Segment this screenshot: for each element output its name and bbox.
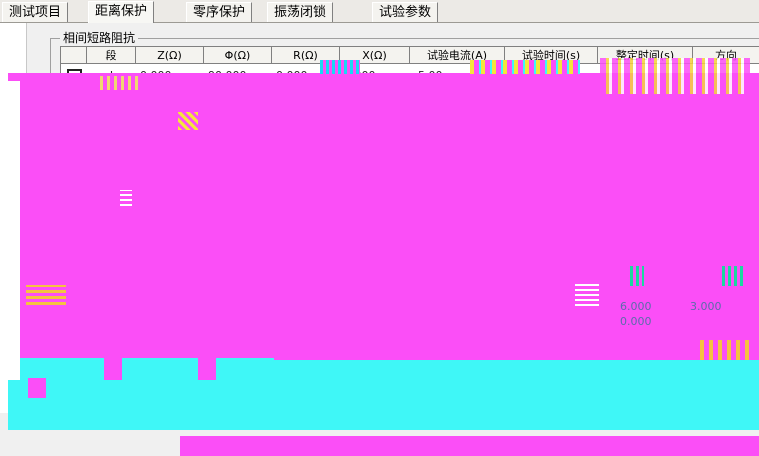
noise-speck bbox=[470, 60, 580, 74]
noise-speck bbox=[178, 112, 198, 130]
corruption-tab-cyan bbox=[272, 360, 759, 382]
corruption-tab-cyan bbox=[216, 358, 274, 382]
corruption-band-bottom bbox=[180, 436, 759, 456]
tab-swing-block[interactable]: 振荡闭锁 bbox=[267, 2, 334, 22]
fragment-time-a: 6.000 bbox=[620, 300, 652, 313]
group-title: 相间短路阻抗 bbox=[60, 29, 139, 46]
tab-test-items[interactable]: 测试项目 bbox=[2, 2, 69, 22]
corruption-speck bbox=[28, 378, 46, 398]
table-header-phi[interactable]: Φ(Ω) bbox=[204, 47, 272, 64]
table-header-check bbox=[61, 47, 87, 64]
tab-test-params[interactable]: 试验参数 bbox=[372, 2, 439, 22]
noise-speck bbox=[100, 76, 140, 90]
noise-speck bbox=[320, 60, 360, 74]
fragment-time-c: 0.000 bbox=[620, 315, 652, 328]
corruption-tab-cyan bbox=[122, 358, 198, 382]
noise-speck bbox=[722, 266, 744, 286]
tab-distance-protection[interactable]: 距离保护 bbox=[88, 1, 155, 23]
tab-bar: 测试项目 距离保护 零序保护 振荡闭锁 试验参数 bbox=[0, 0, 759, 23]
noise-speck bbox=[26, 285, 66, 305]
noise-speck bbox=[600, 58, 750, 94]
noise-speck bbox=[700, 340, 750, 360]
corruption-block-magenta bbox=[20, 80, 759, 380]
table-header-z[interactable]: Z(Ω) bbox=[136, 47, 204, 64]
noise-speck bbox=[120, 190, 132, 206]
noise-speck bbox=[630, 266, 644, 286]
fragment-time-b: 3.000 bbox=[690, 300, 722, 313]
corruption-block-cyan bbox=[8, 380, 759, 430]
table-header-segment[interactable]: 段 bbox=[87, 47, 136, 64]
tab-zero-sequence[interactable]: 零序保护 bbox=[186, 2, 253, 22]
noise-speck bbox=[575, 284, 599, 306]
